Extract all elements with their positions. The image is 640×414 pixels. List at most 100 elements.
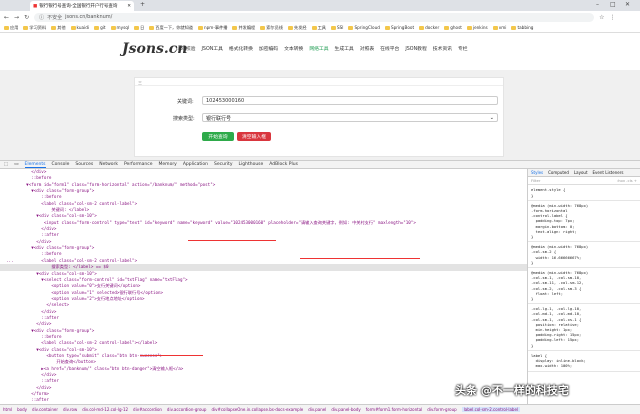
- bookmark-item[interactable]: 工具: [311, 24, 326, 31]
- reload-icon[interactable]: ↻: [24, 14, 29, 21]
- bookmark-item[interactable]: SpringBoot: [384, 25, 414, 30]
- bookmark-item[interactable]: 学习资料: [23, 25, 46, 31]
- nav-item[interactable]: Json校验: [176, 45, 195, 52]
- inspect-icon[interactable]: ⬚: [4, 162, 8, 167]
- bookmark-label: SpringCloud: [354, 25, 380, 30]
- browser-tab[interactable]: ■ 银行银行号查询-全国银行开户行号查询 ✕: [30, 1, 134, 11]
- close-icon[interactable]: ✕: [127, 4, 131, 9]
- nav-item[interactable]: 技术资讯: [433, 45, 452, 52]
- breadcrumb-item[interactable]: div.col-md-12.col-lg-12: [82, 407, 128, 412]
- breadcrumb-item[interactable]: label.col-sm-2.control-label: [461, 407, 521, 412]
- styles-tab[interactable]: Event Listeners: [593, 170, 624, 175]
- nav-item[interactable]: 生成工具: [335, 45, 354, 52]
- devtools-tab[interactable]: Elements: [24, 162, 46, 168]
- css-rule[interactable]: element.style { }: [528, 185, 640, 201]
- breadcrumb-item[interactable]: div.panel: [308, 407, 326, 412]
- type-select[interactable]: 银行联行号 ⌄: [202, 113, 498, 122]
- bookmark-item[interactable]: docker: [419, 25, 439, 30]
- devtools-tab[interactable]: Security: [214, 162, 232, 167]
- bookmark-label: 工具: [317, 24, 326, 30]
- devtools-tab[interactable]: Sources: [75, 162, 93, 167]
- breadcrumb-item[interactable]: div#collapseOne.in.collapse.bs-docs-exam…: [211, 407, 303, 412]
- breadcrumb-item[interactable]: div.form-group: [427, 407, 456, 412]
- css-rule[interactable]: label { display: inline-block; max-width…: [528, 351, 640, 372]
- devtools-tab[interactable]: Console: [52, 162, 70, 167]
- bookmark-item[interactable]: 先发经: [288, 25, 307, 31]
- breadcrumb-item[interactable]: div.container: [32, 407, 58, 412]
- bookmark-item[interactable]: kuaidi: [70, 25, 89, 30]
- bookmark-item[interactable]: 其他: [51, 25, 66, 31]
- keyword-label: 关键词:: [177, 99, 194, 105]
- folder-icon: [466, 25, 472, 30]
- bookmark-item[interactable]: git: [94, 25, 106, 30]
- styles-tab[interactable]: Layout: [574, 170, 588, 175]
- bookmark-item[interactable]: 并发编程: [232, 25, 255, 31]
- devtools-tab[interactable]: Network: [99, 162, 118, 167]
- back-icon[interactable]: ←: [4, 14, 9, 21]
- elements-panel: </div> ::before ▼<form id="form1" class=…: [0, 169, 527, 404]
- bookmark-item[interactable]: 索尔员线: [260, 25, 283, 31]
- nav-item[interactable]: 网络工具: [309, 45, 328, 52]
- device-icon[interactable]: ▭: [14, 162, 18, 167]
- devtools-tab[interactable]: Memory: [159, 162, 177, 167]
- nav-item[interactable]: 在线平台: [380, 45, 399, 52]
- styles-filter[interactable]: Filter :hov .cls +: [528, 177, 640, 186]
- bookmark-label: SSl: [336, 25, 344, 30]
- bookmark-item[interactable]: 日: [134, 25, 144, 31]
- css-rule[interactable]: @media (min-width: 768px) .col-sm-2 { wi…: [528, 242, 640, 269]
- bookmark-label: 百度一下，你就知道: [155, 24, 193, 30]
- bookmark-item[interactable]: vmi: [492, 25, 506, 30]
- bookmark-item[interactable]: jenkins: [466, 25, 488, 30]
- devtools-tab[interactable]: Application: [183, 162, 208, 167]
- query-button[interactable]: 开始查询: [202, 132, 234, 141]
- css-rule[interactable]: @media (min-width: 768px) .form-horizont…: [528, 201, 640, 243]
- bookmark-item[interactable]: mysql: [110, 25, 129, 30]
- breadcrumb-item[interactable]: html: [3, 407, 12, 412]
- nav-item[interactable]: 格式化转换: [229, 45, 253, 52]
- nav-item[interactable]: JSON教程: [405, 45, 426, 52]
- minimize-icon[interactable]: –: [596, 1, 599, 8]
- bookmark-item[interactable]: SSl: [330, 25, 344, 30]
- bookmark-item[interactable]: 应用: [4, 25, 18, 31]
- bookmark-label: 索尔员线: [266, 24, 283, 30]
- folder-icon: [70, 25, 76, 30]
- omnibox[interactable]: ⓘ 不安全 jsons.cn/banknum/: [34, 12, 595, 22]
- bookmark-item[interactable]: SpringCloud: [348, 25, 380, 30]
- filter-input[interactable]: Filter: [531, 178, 540, 183]
- bookmark-item[interactable]: tabbing: [511, 25, 533, 30]
- new-tab-icon[interactable]: +: [140, 1, 145, 8]
- nav-item[interactable]: 对照表: [360, 45, 374, 52]
- devtools-tab[interactable]: AdBlock Plus: [269, 162, 298, 167]
- bookmark-item[interactable]: ghost: [444, 25, 462, 30]
- breadcrumb-item[interactable]: div.panel-body: [331, 407, 360, 412]
- menu-icon[interactable]: ⋮: [609, 14, 615, 21]
- devtools-tab[interactable]: Lighthouse: [238, 162, 263, 167]
- forward-icon[interactable]: →: [14, 14, 19, 21]
- security-label: 不安全: [47, 14, 63, 21]
- breadcrumb-item[interactable]: div.row: [63, 407, 77, 412]
- bookmark-item[interactable]: 百度一下，你就知道: [149, 25, 193, 31]
- nav-item[interactable]: JSON工具: [201, 45, 222, 52]
- close-window-icon[interactable]: ✕: [625, 1, 630, 8]
- styles-tab[interactable]: Computed: [548, 170, 569, 175]
- breadcrumb-item[interactable]: body: [17, 407, 27, 412]
- folder-icon: [51, 25, 57, 30]
- folder-icon: [260, 25, 266, 30]
- bookmark-item[interactable]: npm-事件播: [198, 25, 227, 31]
- css-rule[interactable]: @media (min-width: 768px) .col-sm-1, .co…: [528, 268, 640, 305]
- nav-item[interactable]: 专栏: [458, 45, 468, 52]
- clear-button[interactable]: 清空输入框: [237, 132, 271, 141]
- folder-icon: [134, 25, 140, 30]
- breadcrumb-item[interactable]: form#form1.form-horizontal: [366, 407, 423, 412]
- filter-options[interactable]: :hov .cls +: [617, 178, 637, 183]
- maximize-icon[interactable]: □: [610, 1, 616, 8]
- breadcrumb-item[interactable]: div.accordion-group: [167, 407, 207, 412]
- breadcrumb-item[interactable]: div#accordion: [133, 407, 162, 412]
- devtools-tab[interactable]: Performance: [124, 162, 153, 167]
- nav-item[interactable]: 文本转换: [284, 45, 303, 52]
- css-rule[interactable]: .col-lg-1, .col-lg-10, .col-md-1, .col-m…: [528, 304, 640, 351]
- star-icon[interactable]: ☆: [599, 14, 604, 21]
- styles-tab[interactable]: Styles: [531, 170, 543, 175]
- nav-item[interactable]: 加密编码: [259, 45, 278, 52]
- keyword-input[interactable]: 102453000160: [202, 96, 498, 105]
